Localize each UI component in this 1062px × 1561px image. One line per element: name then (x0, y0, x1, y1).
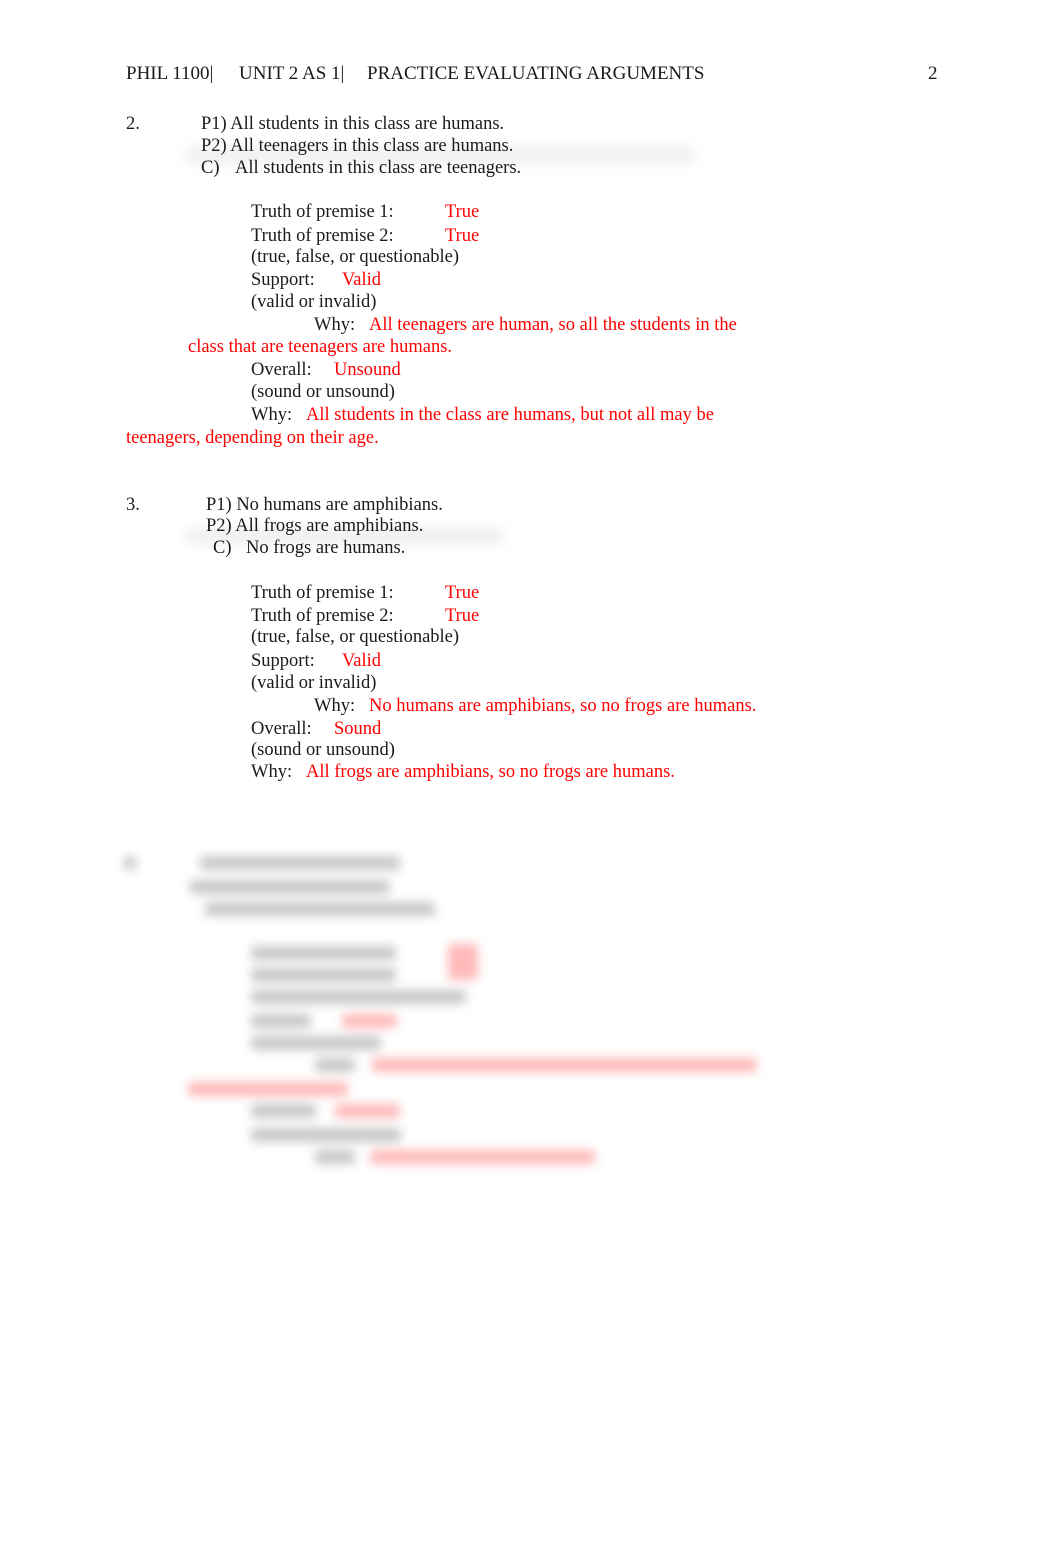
blurred-line (251, 1036, 381, 1050)
truth-premise-2-label: Truth of premise 2: (251, 226, 394, 246)
question-number: 2. (126, 114, 140, 134)
conclusion-label: C) (213, 538, 232, 558)
truth-premise-2-answer: True (445, 606, 480, 626)
truth-premise-1-answer: True (445, 202, 480, 222)
blurred-line (200, 856, 400, 870)
blurred-line (315, 1150, 355, 1164)
overall-why-answer: All frogs are amphibians, so no frogs ar… (306, 762, 675, 782)
truth-premise-2-answer: True (445, 226, 480, 246)
premise-1: P1) All students in this class are human… (201, 114, 505, 134)
blurred-question-4 (110, 840, 790, 1180)
blurred-answer (342, 1014, 397, 1028)
overall-why-label: Why: (251, 762, 293, 782)
support-why-label: Why: (314, 696, 356, 716)
overall-hint: (sound or unsound) (251, 382, 395, 402)
truth-premise-1-label: Truth of premise 1: (251, 583, 394, 603)
blurred-line (251, 990, 466, 1004)
truth-premise-1-answer: True (445, 583, 480, 603)
support-why-answer-cont: class that are teenagers are humans. (188, 337, 453, 357)
blurred-answer (372, 1058, 757, 1072)
blurred-line (251, 1128, 401, 1142)
blurred-line (315, 1058, 355, 1072)
truth-hint: (true, false, or questionable) (251, 627, 460, 647)
support-why-answer: All teenagers are human, so all the stud… (369, 315, 737, 335)
blurred-line (251, 946, 396, 960)
support-why-label: Why: (314, 315, 356, 335)
page-number: 2 (928, 63, 938, 84)
blurred-answer (335, 1104, 400, 1118)
overall-why-label: Why: (251, 405, 293, 425)
conclusion: All students in this class are teenagers… (235, 158, 522, 178)
header-unit: UNIT 2 AS 1| (239, 63, 345, 84)
blurred-answer (188, 1082, 348, 1096)
premise-1: P1) No humans are amphibians. (206, 495, 443, 515)
truth-hint: (true, false, or questionable) (251, 247, 460, 267)
conclusion: No frogs are humans. (246, 538, 406, 558)
header-course: PHIL 1100| (126, 63, 214, 84)
overall-label: Overall: (251, 719, 312, 739)
overall-answer: Unsound (334, 360, 401, 380)
support-hint: (valid or invalid) (251, 673, 377, 693)
overall-hint: (sound or unsound) (251, 740, 395, 760)
blurred-line (190, 880, 390, 894)
premise-2: P2) All teenagers in this class are huma… (201, 136, 514, 156)
overall-answer: Sound (334, 719, 382, 739)
premise-2: P2) All frogs are amphibians. (206, 516, 424, 536)
blurred-line (251, 1104, 316, 1118)
overall-why-answer: All students in the class are humans, bu… (306, 405, 714, 425)
overall-label: Overall: (251, 360, 312, 380)
blurred-line (251, 1014, 311, 1028)
support-label: Support: (251, 651, 315, 671)
blurred-line (251, 968, 396, 982)
support-label: Support: (251, 270, 315, 290)
blurred-number (124, 856, 136, 870)
blurred-answer (448, 944, 478, 980)
truth-premise-1-label: Truth of premise 1: (251, 202, 394, 222)
overall-why-answer-cont: teenagers, depending on their age. (126, 428, 379, 448)
blurred-line (205, 902, 435, 916)
support-answer: Valid (342, 651, 382, 671)
truth-premise-2-label: Truth of premise 2: (251, 606, 394, 626)
blurred-answer (370, 1150, 595, 1164)
support-hint: (valid or invalid) (251, 292, 377, 312)
support-why-answer: No humans are amphibians, so no frogs ar… (369, 696, 757, 716)
header-title: PRACTICE EVALUATING ARGUMENTS (367, 63, 705, 84)
support-answer: Valid (342, 270, 382, 290)
conclusion-label: C) (201, 158, 220, 178)
question-number: 3. (126, 495, 140, 515)
